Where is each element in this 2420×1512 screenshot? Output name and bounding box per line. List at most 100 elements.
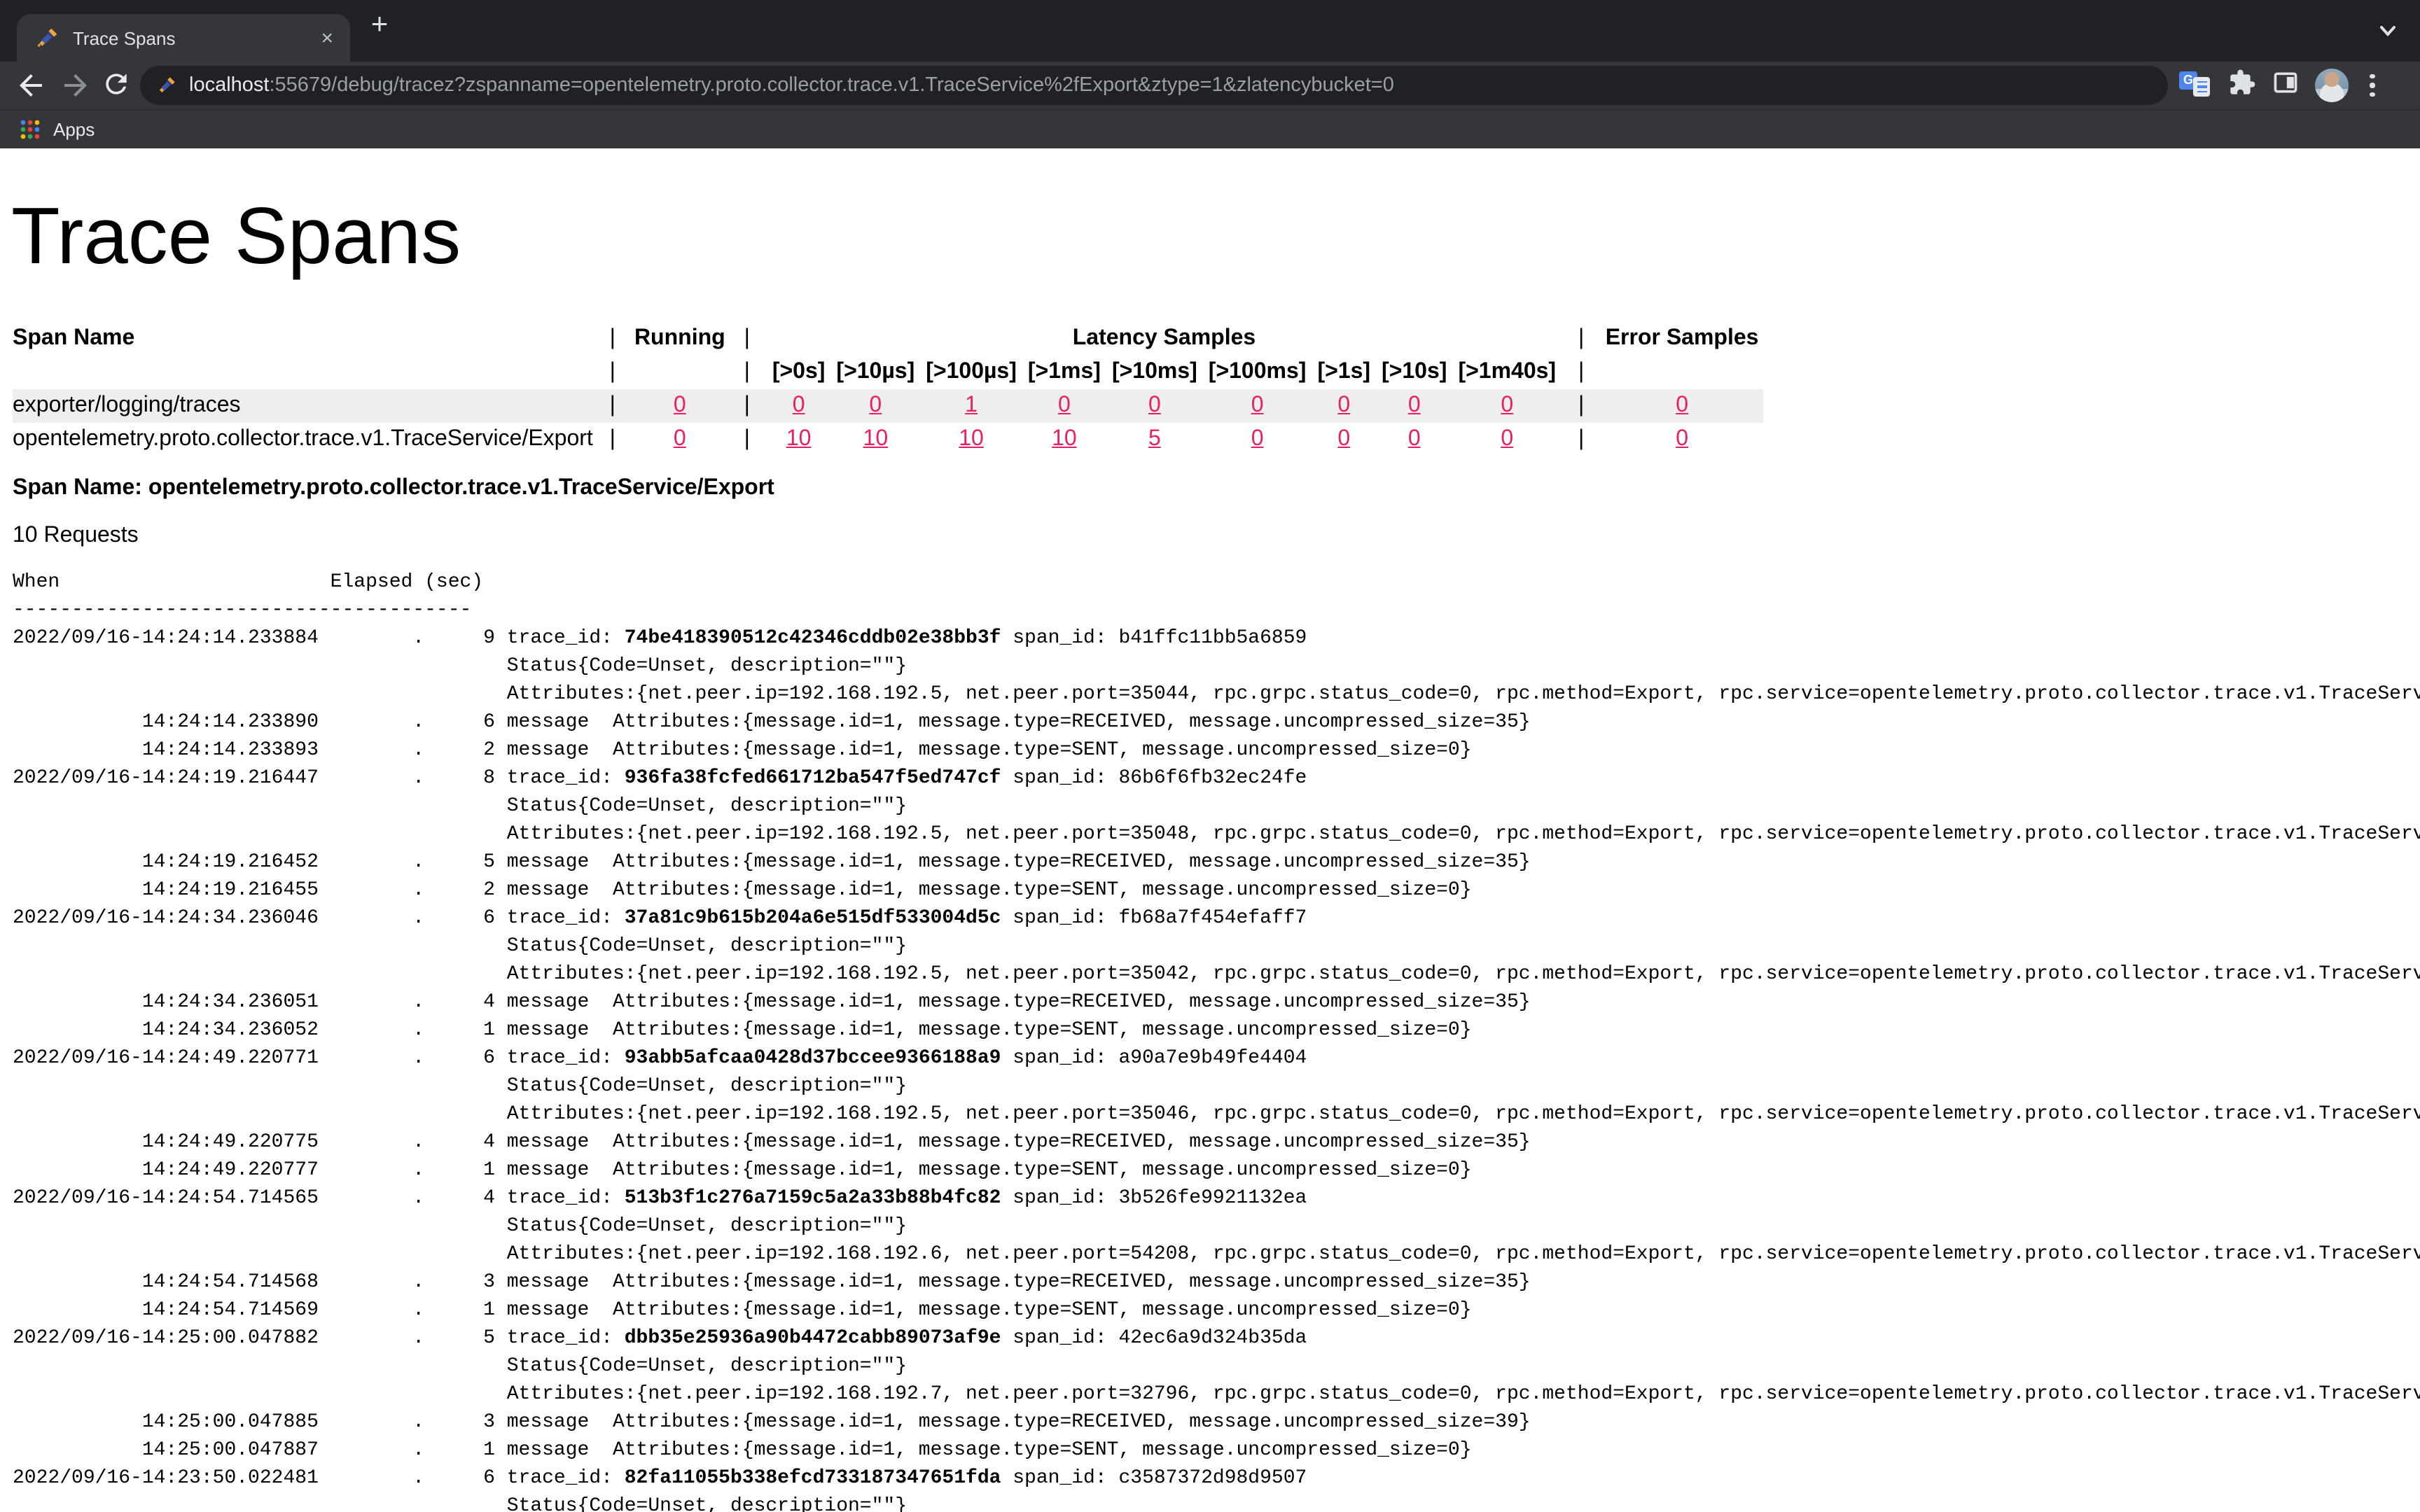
latency-count-link[interactable]: 5 (1148, 427, 1161, 451)
pipe: | (593, 389, 632, 423)
selected-span-name: Span Name: opentelemetry.proto.collector… (13, 476, 2420, 501)
latency-count-link[interactable]: 1 (965, 393, 978, 417)
trace-id: dbb35e25936a90b4472cabb89073af9e (625, 1327, 1001, 1350)
latency-count-link[interactable]: 0 (1251, 393, 1264, 417)
latency-count-link[interactable]: 0 (1148, 393, 1161, 417)
toolbar-extensions-area: G (2179, 62, 2380, 109)
trace-entry-line: 2022/09/16-14:24:14.233884 . 9 trace_id:… (13, 624, 2420, 652)
trace-entry-line: 2022/09/16-14:25:00.047882 . 5 trace_id:… (13, 1324, 2420, 1352)
browser-window: Trace Spans × + loca (0, 0, 2420, 1512)
trace-entry-line: 2022/09/16-14:24:49.220771 . 6 trace_id:… (13, 1044, 2420, 1072)
span-when-elapsed: 2022/09/16-14:24:14.233884 . 9 trace_id: (13, 627, 625, 650)
side-panel-icon[interactable] (2272, 68, 2300, 103)
message-line: 14:24:19.216455 . 2 message Attributes:{… (13, 876, 2420, 904)
tab-close-icon[interactable]: × (321, 27, 333, 48)
span-name-cell: exporter/logging/traces (13, 389, 593, 423)
attributes-line: Attributes:{net.peer.ip=192.168.192.5, n… (13, 820, 2420, 848)
profile-avatar[interactable] (2315, 69, 2349, 102)
message-line: 14:25:00.047885 . 3 message Attributes:{… (13, 1408, 2420, 1436)
span-when-elapsed: 2022/09/16-14:24:49.220771 . 6 trace_id: (13, 1047, 625, 1070)
message-line: 14:24:34.236052 . 1 message Attributes:{… (13, 1016, 2420, 1044)
url-host: localhost (189, 74, 269, 97)
pipe: | (728, 356, 767, 389)
request-count: 10 Requests (13, 524, 2420, 549)
col-error-samples: Error Samples (1601, 322, 1763, 356)
latency-count-link[interactable]: 10 (786, 427, 812, 451)
latency-count-link[interactable]: 10 (1052, 427, 1077, 451)
status-line: Status{Code=Unset, description=""} (13, 1352, 2420, 1380)
span-id-label: span_id: (1001, 1467, 1118, 1490)
address-bar[interactable]: localhost:55679/debug/tracez?zspanname=o… (140, 66, 2168, 105)
span-id-label: span_id: (1001, 907, 1118, 930)
bookmark-apps[interactable]: Apps (53, 119, 95, 140)
tab-trace-spans[interactable]: Trace Spans × (17, 14, 350, 62)
span-name-cell: opentelemetry.proto.collector.trace.v1.T… (13, 423, 593, 456)
bucket-label: [>1ms] (1022, 356, 1106, 389)
error-count-link[interactable]: 0 (1676, 427, 1688, 451)
latency-count-link[interactable]: 10 (959, 427, 984, 451)
pipe: | (1562, 389, 1601, 423)
latency-count-link[interactable]: 0 (1251, 427, 1264, 451)
message-line: 14:24:54.714568 . 3 message Attributes:{… (13, 1268, 2420, 1296)
attributes-line: Attributes:{net.peer.ip=192.168.192.5, n… (13, 960, 2420, 988)
trace-entry-line: 2022/09/16-14:24:19.216447 . 8 trace_id:… (13, 764, 2420, 792)
span-summary-table: Span Name | Running | Latency Samples | … (13, 322, 1763, 456)
message-line: 14:24:14.233890 . 6 message Attributes:{… (13, 708, 2420, 736)
message-line: 14:24:54.714569 . 1 message Attributes:{… (13, 1296, 2420, 1324)
apps-grid-icon[interactable] (20, 119, 41, 140)
error-count-link[interactable]: 0 (1676, 393, 1688, 417)
pipe: | (1562, 356, 1601, 389)
chrome-menu-icon[interactable] (2364, 74, 2380, 97)
latency-count-link[interactable]: 0 (869, 393, 882, 417)
span-id-label: span_id: (1001, 767, 1118, 790)
running-count-link[interactable]: 0 (674, 427, 686, 451)
page-title: Trace Spans (11, 190, 2420, 283)
status-line: Status{Code=Unset, description=""} (13, 652, 2420, 680)
span-id-label: span_id: (1001, 1187, 1118, 1210)
latency-count-link[interactable]: 0 (1501, 427, 1513, 451)
latency-count-link[interactable]: 0 (1501, 393, 1513, 417)
bucket-label: [>1m40s] (1452, 356, 1562, 389)
bucket-label: [>10µs] (830, 356, 920, 389)
forward-button[interactable] (59, 69, 92, 102)
span-id: a90a7e9b49fe4404 (1118, 1047, 1307, 1070)
latency-count-link[interactable]: 0 (1337, 427, 1350, 451)
extensions-puzzle-icon[interactable] (2228, 68, 2256, 103)
message-line: 14:24:49.220775 . 4 message Attributes:{… (13, 1128, 2420, 1156)
span-id-label: span_id: (1001, 1327, 1118, 1350)
tracez-page: Trace Spans Span Name | Running | Latenc… (0, 148, 2420, 1512)
latency-count-link[interactable]: 0 (1408, 393, 1421, 417)
col-running: Running (632, 322, 728, 356)
status-line: Status{Code=Unset, description=""} (13, 1212, 2420, 1240)
trace-entry-line: 2022/09/16-14:23:50.022481 . 6 trace_id:… (13, 1464, 2420, 1492)
latency-count-link[interactable]: 0 (1058, 393, 1071, 417)
message-line: 14:24:14.233893 . 2 message Attributes:{… (13, 736, 2420, 764)
pipe: | (728, 389, 767, 423)
table-row: opentelemetry.proto.collector.trace.v1.T… (13, 423, 1763, 456)
message-line: 14:25:00.047887 . 1 message Attributes:{… (13, 1436, 2420, 1464)
pipe: | (1562, 423, 1601, 456)
latency-count-link[interactable]: 0 (1337, 393, 1350, 417)
span-id: 3b526fe9921132ea (1118, 1187, 1307, 1210)
message-line: 14:24:49.220777 . 1 message Attributes:{… (13, 1156, 2420, 1184)
trace-id: 513b3f1c276a7159c5a2a33b88b4fc82 (625, 1187, 1001, 1210)
translate-card (2193, 77, 2210, 97)
running-count-link[interactable]: 0 (674, 393, 686, 417)
tab-search-chevron-icon[interactable] (2378, 21, 2398, 48)
status-line: Status{Code=Unset, description=""} (13, 1072, 2420, 1100)
trace-entry-line: 2022/09/16-14:24:34.236046 . 6 trace_id:… (13, 904, 2420, 932)
bucket-label: [>0s] (767, 356, 831, 389)
new-tab-button[interactable]: + (361, 7, 398, 43)
latency-count-link[interactable]: 0 (793, 393, 805, 417)
latency-count-link[interactable]: 10 (863, 427, 889, 451)
pipe: | (728, 322, 767, 356)
trace-id: 74be418390512c42346cddb02e38bb3f (625, 627, 1001, 650)
back-button[interactable] (14, 69, 48, 102)
reload-button[interactable] (101, 69, 134, 102)
pipe: | (593, 356, 632, 389)
span-when-elapsed: 2022/09/16-14:25:00.047882 . 5 trace_id: (13, 1327, 625, 1350)
latency-count-link[interactable]: 0 (1408, 427, 1421, 451)
tab-title: Trace Spans (73, 27, 175, 48)
translate-icon[interactable]: G (2179, 71, 2213, 99)
span-id-label: span_id: (1001, 627, 1118, 650)
